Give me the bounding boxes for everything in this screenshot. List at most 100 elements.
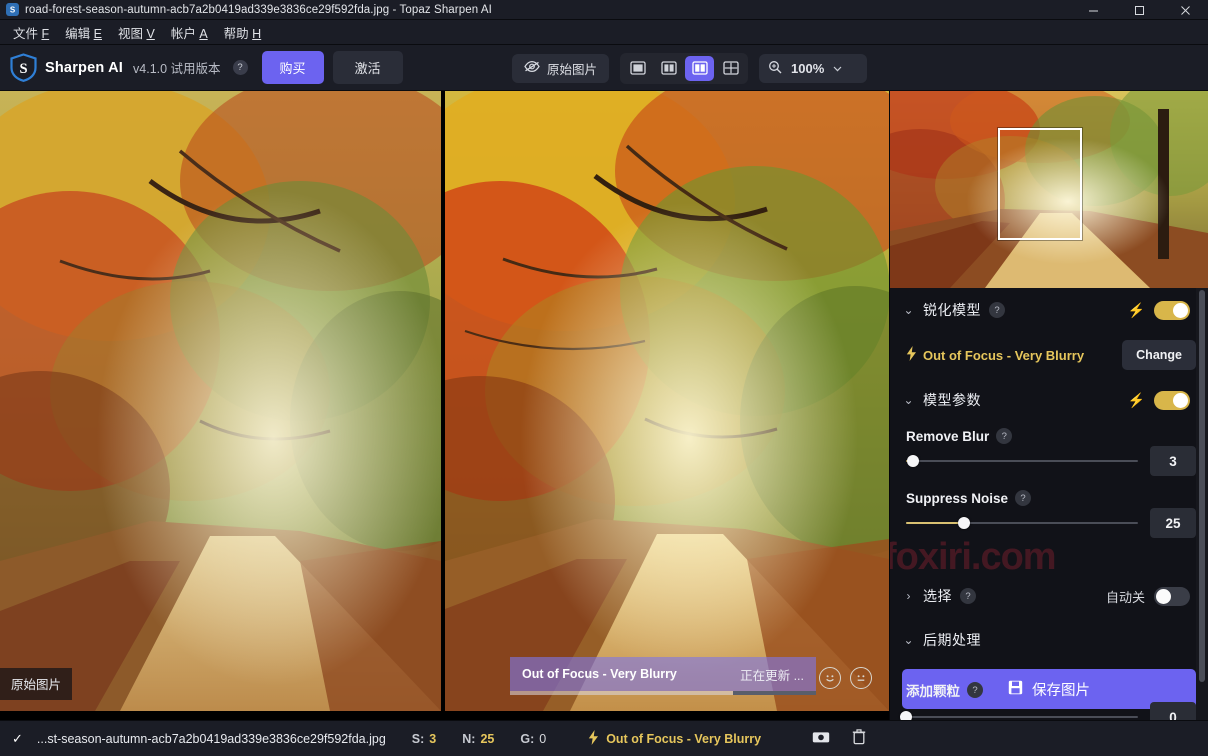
maximize-button[interactable] (1116, 0, 1162, 20)
title-bar: S road-forest-season-autumn-acb7a2b0419a… (0, 0, 1208, 20)
view-mode-single[interactable] (623, 56, 652, 81)
help-icon[interactable]: ? (1015, 490, 1032, 506)
menu-account[interactable]: 帐户 A (164, 20, 215, 45)
neutral-face-icon[interactable] (850, 667, 872, 689)
model-params-title: 模型参数 (923, 392, 981, 408)
model-params-controls: ⚡ (1127, 390, 1190, 410)
topaz-shield-icon: S (10, 53, 37, 82)
help-icon[interactable]: ? (989, 302, 1005, 318)
menu-help[interactable]: 帮助 H (217, 20, 269, 45)
processing-progress-fill (733, 691, 816, 695)
magnifier-icon (768, 60, 782, 77)
main-toolbar: S Sharpen AI v4.1.0 试用版本 ? 购买 激活 原始图片 10… (0, 45, 1208, 91)
canvas-split-divider[interactable] (441, 91, 445, 720)
menu-file[interactable]: 文件 F (6, 20, 56, 45)
view-mode-side-by-side[interactable] (685, 55, 715, 81)
navigator-viewport-rect[interactable] (998, 128, 1082, 240)
brand-title: Sharpen AI (45, 59, 124, 76)
minimize-button[interactable] (1070, 0, 1116, 20)
status-bar: ✓ ...st-season-autumn-acb7a2b0419ad339e3… (0, 720, 1208, 756)
menu-bar: 文件 F 编辑 E 视图 V 帐户 A 帮助 H (0, 20, 1208, 45)
original-image-toggle[interactable]: 原始图片 (512, 53, 610, 83)
remove-blur-control-row: 3 (906, 446, 1196, 476)
slider-remove-blur: Remove Blur ? 3 (890, 422, 1208, 484)
svg-text:S: S (19, 61, 27, 77)
chevron-right-icon[interactable]: › (902, 589, 915, 603)
image-canvas[interactable]: 原始图片 Out of Focus - Very Blurry 正在更新 ... (0, 91, 889, 720)
smiley-face-icon[interactable] (819, 667, 841, 689)
buy-button[interactable]: 购买 (261, 51, 324, 84)
selection-auto-toggle[interactable] (1154, 586, 1190, 606)
app-logo-icon: S (6, 3, 19, 16)
brand-area: S Sharpen AI v4.1.0 试用版本 ? (0, 53, 248, 82)
checkmark-icon: ✓ (12, 730, 23, 746)
add-grain-slider[interactable] (900, 709, 1138, 720)
section-selection: › 选择 ? 自动关 (890, 574, 1208, 618)
panel-scrollbar-thumb[interactable] (1199, 290, 1205, 682)
help-icon[interactable]: ? (996, 428, 1013, 444)
status-actions (812, 729, 1196, 748)
selection-title: 选择 (923, 588, 952, 604)
title-bar-left: S road-forest-season-autumn-acb7a2b0419a… (0, 3, 492, 16)
zoom-control[interactable]: 100% (759, 53, 868, 83)
help-icon[interactable]: ? (232, 60, 248, 75)
status-model: Out of Focus - Very Blurry (588, 729, 762, 748)
camera-icon[interactable] (812, 730, 830, 747)
help-icon[interactable]: ? (967, 682, 983, 698)
auto-off-label: 自动关 (1105, 589, 1145, 605)
activate-button[interactable]: 激活 (332, 51, 403, 84)
menu-view[interactable]: 视图 V (111, 20, 162, 45)
view-mode-split[interactable] (654, 56, 683, 81)
sharpen-model-row: Out of Focus - Very Blurry Change (890, 332, 1208, 378)
feedback-buttons (819, 667, 872, 689)
section-model-params: ⌄ 模型参数 ⚡ Remove Blur ? 3 Suppress Noise … (890, 378, 1208, 546)
selection-header[interactable]: › 选择 ? 自动关 (890, 574, 1208, 618)
remove-blur-label: Remove Blur (906, 428, 990, 444)
lightning-bolt-icon (588, 729, 599, 748)
status-model-label: Out of Focus - Very Blurry (606, 731, 762, 746)
status-filename: ...st-season-autumn-acb7a2b0419ad339e383… (36, 731, 386, 746)
selected-model-label: Out of Focus - Very Blurry (923, 347, 1085, 363)
close-button[interactable] (1162, 0, 1208, 20)
slider-thumb[interactable] (900, 711, 912, 720)
processing-status-text: 正在更新 ... (740, 668, 804, 683)
add-grain-control-row: 0 (900, 702, 1196, 720)
model-params-toggle[interactable] (1154, 390, 1190, 410)
suppress-noise-value[interactable]: 25 (1150, 508, 1196, 538)
eye-slash-icon (524, 60, 540, 76)
selection-controls: 自动关 (1105, 586, 1190, 606)
canvas-pane-processed[interactable] (445, 91, 889, 720)
slider-thumb[interactable] (958, 517, 970, 529)
post-processing-header[interactable]: ⌄ 后期处理 (890, 618, 1208, 662)
model-params-header[interactable]: ⌄ 模型参数 ⚡ (890, 378, 1208, 422)
sharpen-model-header[interactable]: ⌄ 锐化模型 ? ⚡ (890, 288, 1208, 332)
sharpen-ai-window: S road-forest-season-autumn-acb7a2b0419a… (0, 0, 1208, 756)
zoom-value: 100% (791, 60, 825, 76)
slider-thumb[interactable] (906, 455, 919, 467)
remove-blur-value[interactable]: 3 (1150, 446, 1196, 476)
panel-scrollbar[interactable] (1196, 288, 1208, 720)
sharpen-model-toggle[interactable] (1154, 300, 1190, 320)
change-model-button[interactable]: Change (1122, 340, 1196, 370)
canvas-pane-original[interactable]: 原始图片 (0, 91, 441, 720)
remove-blur-label-row: Remove Blur ? (906, 428, 1196, 444)
add-grain-value[interactable]: 0 (1150, 702, 1196, 720)
chevron-down-icon[interactable]: ⌄ (902, 393, 915, 407)
view-mode-grid[interactable] (716, 56, 745, 81)
navigator-thumbnail[interactable] (890, 91, 1208, 288)
remove-blur-slider[interactable] (906, 453, 1138, 469)
chevron-down-icon[interactable]: ⌄ (902, 303, 915, 317)
suppress-noise-slider[interactable] (906, 515, 1138, 531)
settings-panel: foxiri.com foxiri.com foxiri.com ⌄ 锐化模型 … (889, 91, 1208, 720)
chevron-down-icon[interactable] (833, 61, 842, 75)
brand-version: v4.1.0 试用版本 (133, 62, 221, 76)
help-icon[interactable]: ? (960, 588, 976, 604)
chevron-down-icon[interactable]: ⌄ (902, 633, 915, 647)
settings-scroll-area: foxiri.com foxiri.com foxiri.com ⌄ 锐化模型 … (890, 288, 1208, 720)
original-image-badge: 原始图片 (0, 668, 73, 700)
section-sharpen-model: ⌄ 锐化模型 ? ⚡ Out of Focus - Very Blurry Ch… (890, 288, 1208, 378)
trash-icon[interactable] (852, 729, 866, 748)
processing-model-name: Out of Focus - Very Blurry (522, 667, 677, 681)
lightning-bolt-icon: ⚡ (1127, 392, 1145, 408)
menu-edit[interactable]: 编辑 E (58, 20, 109, 45)
